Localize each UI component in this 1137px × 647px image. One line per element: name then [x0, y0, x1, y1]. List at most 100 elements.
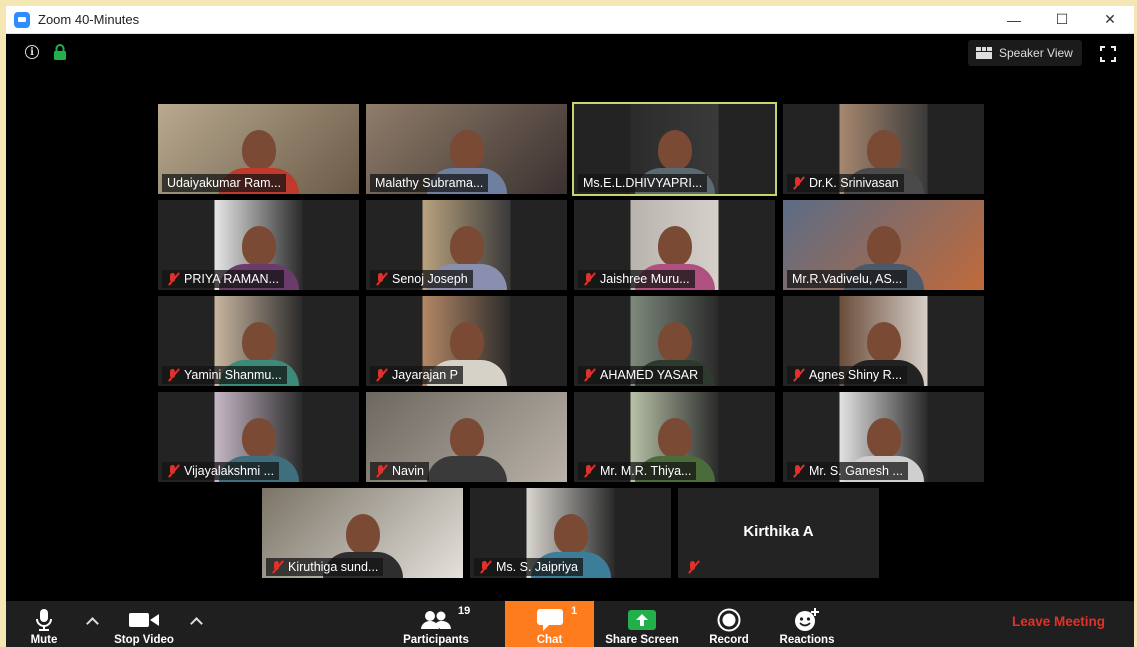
- share-screen-button[interactable]: Share Screen: [600, 601, 684, 647]
- participant-name: Mr. M.R. Thiya...: [600, 464, 692, 478]
- participant-name-tag: [682, 558, 709, 576]
- participant-name-tag: Mr. M.R. Thiya...: [578, 462, 697, 480]
- participant-tile[interactable]: Mr. S. Ganesh ...: [783, 392, 984, 482]
- muted-mic-icon: [583, 464, 595, 478]
- participant-name: Malathy Subrama...: [375, 176, 484, 190]
- speaker-view-label: Speaker View: [999, 46, 1073, 60]
- participant-tile[interactable]: PRIYA RAMAN...: [158, 200, 359, 290]
- stop-video-label: Stop Video: [114, 634, 174, 646]
- muted-mic-icon: [792, 176, 804, 190]
- stop-video-button[interactable]: Stop Video: [106, 601, 182, 647]
- muted-mic-icon: [167, 272, 179, 286]
- participant-tile[interactable]: Mr. M.R. Thiya...: [574, 392, 775, 482]
- participant-tile[interactable]: Vijayalakshmi ...: [158, 392, 359, 482]
- video-options-caret-icon[interactable]: [190, 615, 202, 627]
- muted-mic-icon: [792, 464, 804, 478]
- participant-name-tag: Malathy Subrama...: [370, 174, 489, 192]
- reactions-label: Reactions: [779, 634, 835, 646]
- mute-button[interactable]: Mute: [20, 601, 68, 647]
- leave-meeting-button[interactable]: Leave Meeting: [1012, 614, 1105, 629]
- participant-name: Mr. S. Ganesh ...: [809, 464, 903, 478]
- record-label: Record: [709, 634, 749, 646]
- participant-name-tag: Ms. S. Jaipriya: [474, 558, 583, 576]
- participant-name-tag: Mr. S. Ganesh ...: [787, 462, 908, 480]
- participant-tile[interactable]: Ms. S. Jaipriya: [470, 488, 671, 578]
- window-controls: — ☐ ✕: [990, 6, 1134, 34]
- participant-name: AHAMED YASAR: [600, 368, 699, 382]
- participant-name: Udaiyakumar Ram...: [167, 176, 281, 190]
- participant-name-tag: Agnes Shiny R...: [787, 366, 908, 384]
- participant-name: Jayarajan P: [392, 368, 459, 382]
- window-title: Zoom 40-Minutes: [38, 12, 140, 27]
- participants-label: Participants: [403, 634, 469, 646]
- participant-name-tag: Udaiyakumar Ram...: [162, 174, 286, 192]
- meeting-topbar: i Speaker View: [6, 34, 1134, 72]
- participant-name: Jaishree Muru...: [600, 272, 690, 286]
- participant-name: Senoj Joseph: [392, 272, 468, 286]
- speaker-view-button[interactable]: Speaker View: [968, 40, 1082, 66]
- participant-figure: [426, 418, 507, 482]
- participants-count: 19: [458, 605, 471, 617]
- mute-label: Mute: [30, 634, 58, 646]
- chat-button[interactable]: Chat 1: [505, 601, 594, 647]
- reactions-button[interactable]: Reactions: [774, 601, 840, 647]
- speaker-view-icon: [976, 47, 992, 59]
- participant-tile[interactable]: Malathy Subrama...: [366, 104, 567, 194]
- participant-name-tag: Senoj Joseph: [370, 270, 473, 288]
- share-screen-label: Share Screen: [605, 634, 679, 646]
- muted-mic-icon: [375, 272, 387, 286]
- reactions-smiley-icon: [794, 606, 820, 634]
- participant-tile[interactable]: Udaiyakumar Ram...: [158, 104, 359, 194]
- maximize-button[interactable]: ☐: [1038, 6, 1086, 34]
- participant-name: Mr.R.Vadivelu, AS...: [792, 272, 903, 286]
- participant-name-tag: Navin: [370, 462, 429, 480]
- muted-mic-icon: [167, 464, 179, 478]
- minimize-button[interactable]: —: [990, 6, 1038, 34]
- participant-name-tag: Jaishree Muru...: [578, 270, 695, 288]
- chat-unread-count: 1: [571, 605, 578, 617]
- participant-tile[interactable]: Kirthika A: [678, 488, 879, 578]
- muted-mic-icon: [479, 560, 491, 574]
- microphone-icon: [36, 606, 52, 634]
- participant-tile[interactable]: Kiruthiga sund...: [262, 488, 463, 578]
- muted-mic-icon: [167, 368, 179, 382]
- meeting-controls-toolbar: Mute Stop Video Participants 19 Chat 1 S…: [6, 601, 1134, 647]
- chat-bubble-icon: [536, 606, 563, 634]
- participant-tile[interactable]: Dr.K. Srinivasan: [783, 104, 984, 194]
- zoom-app-icon: [14, 11, 30, 28]
- meeting-info-icon[interactable]: i: [25, 45, 39, 59]
- participant-tile[interactable]: Yamini Shanmu...: [158, 296, 359, 386]
- muted-mic-icon: [271, 560, 283, 574]
- encryption-lock-icon[interactable]: [53, 44, 67, 60]
- participants-icon: [420, 606, 452, 634]
- participant-name: Vijayalakshmi ...: [184, 464, 275, 478]
- audio-options-caret-icon[interactable]: [86, 615, 98, 627]
- participant-tile[interactable]: Agnes Shiny R...: [783, 296, 984, 386]
- muted-mic-icon: [792, 368, 804, 382]
- participant-name: Kiruthiga sund...: [288, 560, 379, 574]
- fullscreen-icon[interactable]: [1100, 46, 1116, 62]
- participant-tile[interactable]: AHAMED YASAR: [574, 296, 775, 386]
- participant-name-tag: Kiruthiga sund...: [266, 558, 384, 576]
- participant-tile[interactable]: Jayarajan P: [366, 296, 567, 386]
- participant-name-tag: Yamini Shanmu...: [162, 366, 287, 384]
- participant-name-tag: Dr.K. Srinivasan: [787, 174, 904, 192]
- close-button[interactable]: ✕: [1086, 6, 1134, 34]
- share-screen-icon: [628, 606, 656, 634]
- participants-button[interactable]: Participants 19: [396, 601, 476, 647]
- record-button[interactable]: Record: [704, 601, 754, 647]
- participant-tile[interactable]: Mr.R.Vadivelu, AS...: [783, 200, 984, 290]
- video-camera-icon: [129, 606, 159, 634]
- participant-tile[interactable]: Ms.E.L.DHIVYAPRI...: [572, 102, 777, 196]
- record-icon: [717, 606, 741, 634]
- participant-name: Agnes Shiny R...: [809, 368, 903, 382]
- participant-name-tag: Jayarajan P: [370, 366, 464, 384]
- participant-name: Yamini Shanmu...: [184, 368, 282, 382]
- participant-name: PRIYA RAMAN...: [184, 272, 279, 286]
- participant-name: Ms.E.L.DHIVYAPRI...: [583, 176, 703, 190]
- participant-tile[interactable]: Jaishree Muru...: [574, 200, 775, 290]
- participant-tile[interactable]: Senoj Joseph: [366, 200, 567, 290]
- participant-name: Ms. S. Jaipriya: [496, 560, 578, 574]
- participant-name: Navin: [392, 464, 424, 478]
- participant-tile[interactable]: Navin: [366, 392, 567, 482]
